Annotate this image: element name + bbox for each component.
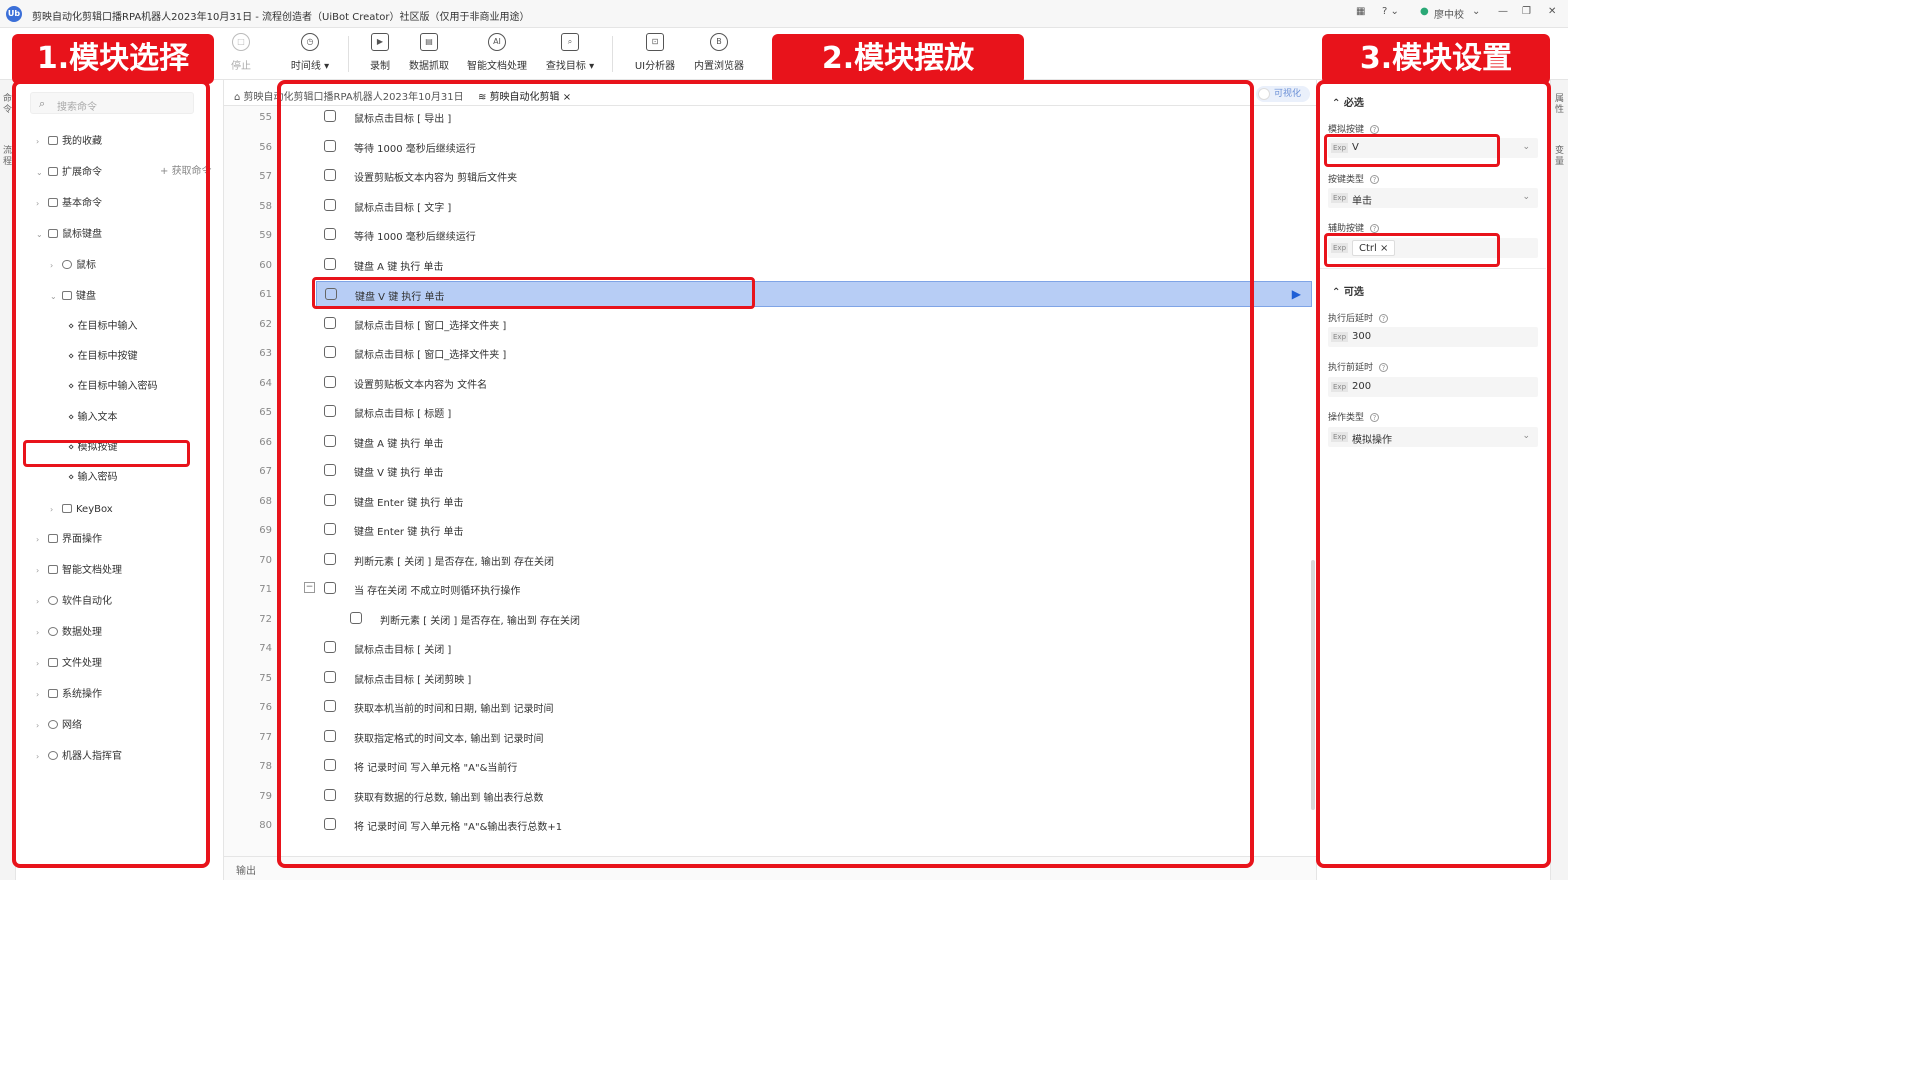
uibot-logo-icon: Ub: [6, 6, 22, 22]
toolbar-divider: [612, 36, 613, 72]
line-number: 70: [259, 554, 272, 566]
annotation-highlight-key-field: [1324, 134, 1500, 167]
line-number: 68: [259, 495, 272, 507]
toolbar-divider: [348, 36, 349, 72]
find-target-icon: ⌕: [561, 33, 579, 51]
banner-module-place: 2.模块摆放: [772, 34, 1024, 84]
annotation-box-module-select: [12, 80, 210, 868]
user-menu-chevron-icon[interactable]: ⌄: [1472, 6, 1480, 17]
ai-doc-icon: AI: [488, 33, 506, 51]
line-number: 78: [259, 761, 272, 772]
annotation-box-module-settings: [1316, 80, 1551, 868]
right-panel-strip: 属性 变量: [1550, 80, 1568, 880]
ui-analyzer-button[interactable]: ⊡ UI分析器: [625, 33, 685, 72]
line-number: 65: [259, 407, 272, 418]
line-number: 61: [259, 289, 272, 300]
properties-strip-tab[interactable]: 属性: [1555, 94, 1565, 116]
visualize-toggle[interactable]: 可视化: [1256, 86, 1310, 102]
record-icon: ▶: [371, 33, 389, 51]
builtin-browser-button[interactable]: B 内置浏览器: [689, 33, 749, 72]
window-title: 剪映自动化剪辑口播RPA机器人2023年10月31日 - 流程创造者（UiBot…: [32, 12, 530, 23]
line-number: 64: [259, 377, 272, 389]
run-from-here-icon[interactable]: ▶: [1292, 287, 1301, 301]
line-number: 62: [259, 318, 272, 330]
line-number: 69: [259, 525, 272, 536]
line-number: 55: [259, 112, 272, 123]
line-number: 74: [259, 643, 272, 654]
user-name[interactable]: 廖中校: [1434, 6, 1464, 21]
line-number-gutter: [224, 106, 280, 856]
online-status-icon: ●: [1420, 6, 1429, 17]
line-number: 72: [259, 613, 272, 625]
data-scrape-icon: ▤: [420, 33, 438, 51]
stop-button[interactable]: □ 停止: [211, 33, 271, 72]
line-number: 77: [259, 731, 272, 743]
line-number: 76: [259, 702, 272, 713]
ui-analyzer-icon: ⊡: [646, 33, 664, 51]
banner-module-settings: 3.模块设置: [1322, 34, 1550, 84]
annotation-highlight-simulate-key: [23, 440, 190, 467]
restore-icon[interactable]: ❐: [1522, 6, 1531, 17]
line-number: 58: [259, 200, 272, 212]
annotation-highlight-modifier-field: [1324, 233, 1500, 267]
title-bar: Ub 剪映自动化剪辑口播RPA机器人2023年10月31日 - 流程创造者（Ui…: [0, 0, 1568, 28]
clock-icon: ◷: [301, 33, 319, 51]
banner-module-select: 1.模块选择: [12, 34, 214, 84]
close-icon[interactable]: ✕: [1548, 6, 1556, 17]
line-number: 75: [259, 672, 272, 684]
line-number: 80: [259, 820, 272, 831]
browser-icon: B: [710, 33, 728, 51]
annotation-box-module-place: [277, 80, 1254, 868]
line-number: 56: [259, 141, 272, 153]
editor-scrollbar[interactable]: [1311, 560, 1315, 810]
line-number: 79: [259, 790, 272, 802]
line-number: 60: [259, 259, 272, 271]
line-number: 66: [259, 436, 272, 448]
app-window: Ub 剪映自动化剪辑口播RPA机器人2023年10月31日 - 流程创造者（Ui…: [0, 0, 1568, 882]
toggle-knob: [1258, 88, 1270, 100]
data-scrape-button[interactable]: ▤ 数据抓取: [399, 33, 459, 72]
line-number: 57: [259, 171, 272, 182]
line-number: 71: [259, 584, 272, 595]
grid-icon[interactable]: ▦: [1356, 6, 1365, 17]
line-number: 59: [259, 230, 272, 241]
help-icon[interactable]: ? ⌄: [1382, 6, 1399, 17]
variables-strip-tab[interactable]: 变量: [1555, 146, 1565, 168]
line-number: 63: [259, 348, 272, 359]
timeline-button[interactable]: ◷ 时间线 ▾: [280, 33, 340, 72]
minimize-icon[interactable]: —: [1498, 6, 1508, 17]
line-number: 67: [259, 466, 272, 477]
annotation-highlight-row-61: [312, 277, 755, 309]
stop-icon: □: [232, 33, 250, 51]
ai-doc-button[interactable]: AI 智能文档处理: [467, 33, 527, 72]
find-target-button[interactable]: ⌕ 查找目标 ▾: [540, 33, 600, 72]
